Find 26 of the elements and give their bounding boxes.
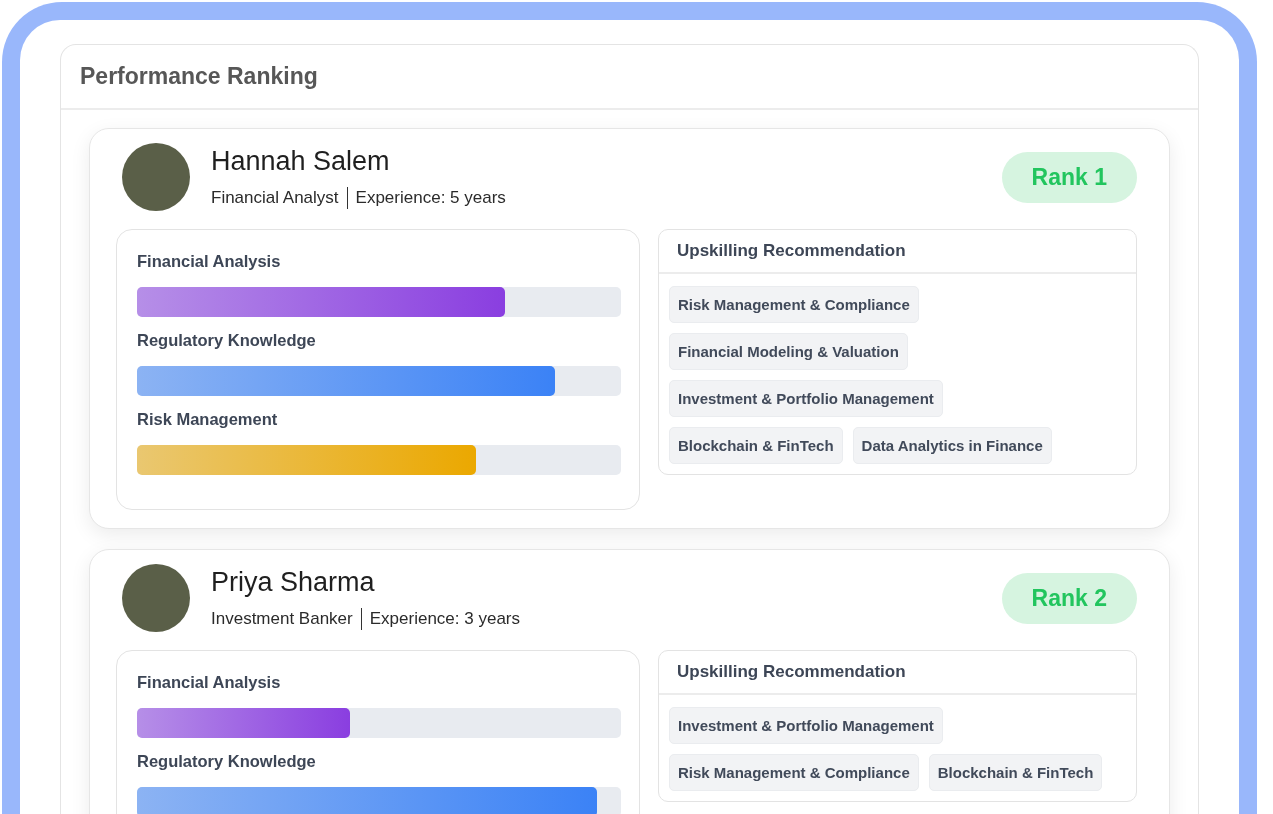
skill-label: Regulatory Knowledge: [137, 752, 317, 771]
recommendation-tag: Risk Management & Compliance: [669, 286, 919, 323]
separator: [360, 607, 362, 630]
recommendation-title: Upskilling Recommendation: [659, 230, 1136, 274]
recommendation-tag: Data Analytics in Finance: [852, 427, 1052, 464]
recommendation-title: Upskilling Recommendation: [659, 651, 1136, 695]
skill-label: Financial Analysis: [137, 252, 282, 271]
employee-name: Hannah Salem: [211, 145, 391, 177]
rank-badge: Rank 2: [1001, 572, 1137, 624]
recommendation-tag: Investment & Portfolio Management: [669, 707, 943, 744]
recommendation-tag: Blockchain & FinTech: [669, 427, 843, 464]
employee-name: Priya Sharma: [211, 566, 376, 598]
employee-role: Financial Analyst: [211, 187, 339, 208]
employee-experience: Experience: 3 years: [369, 608, 520, 629]
skill-label: Financial Analysis: [137, 673, 282, 692]
employee-experience: Experience: 5 years: [355, 187, 506, 208]
recommendation-tag: Blockchain & FinTech: [928, 754, 1103, 791]
separator: [346, 186, 348, 209]
recommendation-tag: Financial Modeling & Valuation: [669, 333, 908, 370]
rank-badge: Rank 1: [1001, 151, 1137, 203]
recommendation-tag: Investment & Portfolio Management: [669, 380, 943, 417]
recommendation-tag: Risk Management & Compliance: [669, 754, 919, 791]
employee-role: Investment Banker: [211, 608, 353, 629]
skill-label: Regulatory Knowledge: [137, 331, 317, 350]
skill-label: Risk Management: [137, 410, 279, 429]
panel-title: Performance Ranking: [80, 63, 319, 90]
